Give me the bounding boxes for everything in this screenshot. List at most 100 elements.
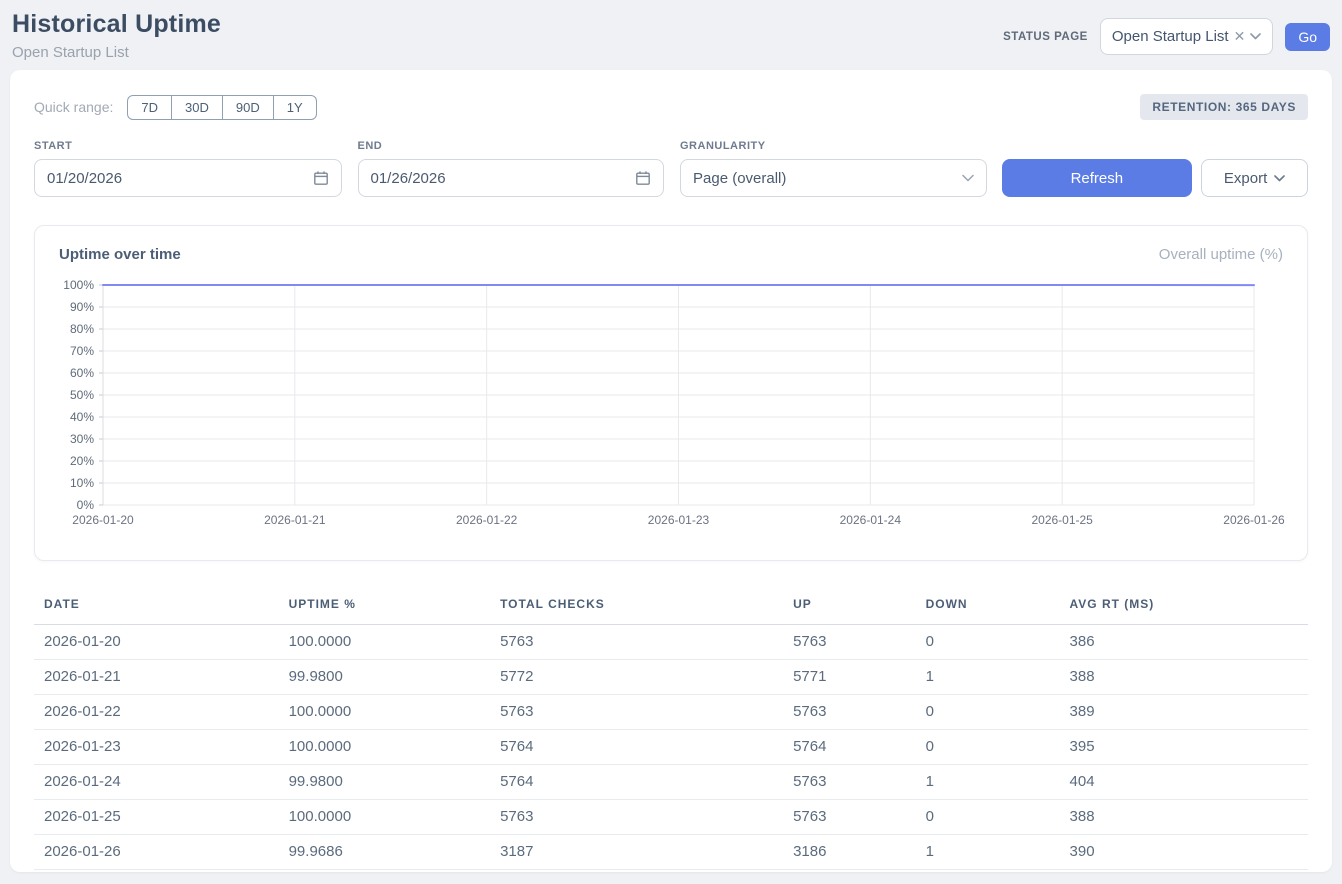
svg-text:100%: 100% (63, 278, 94, 292)
table-cell: 3186 (783, 835, 915, 870)
svg-text:2026-01-23: 2026-01-23 (648, 513, 710, 527)
table-cell: 388 (1060, 660, 1308, 695)
quick-range-label: Quick range: (34, 99, 113, 115)
table-cell: 1 (916, 660, 1060, 695)
svg-text:70%: 70% (70, 344, 94, 358)
refresh-button[interactable]: Refresh (1002, 159, 1193, 197)
svg-text:40%: 40% (70, 410, 94, 424)
table-cell: 3187 (490, 835, 783, 870)
column-header: UP (783, 587, 915, 625)
table-header-row: DATEUPTIME %TOTAL CHECKSUPDOWNAVG RT (MS… (34, 587, 1308, 625)
column-header: AVG RT (MS) (1060, 587, 1308, 625)
table-cell: 395 (1060, 730, 1308, 765)
table-cell: 5763 (783, 625, 915, 660)
table-cell: 99.9800 (279, 765, 490, 800)
quick-range-30d[interactable]: 30D (171, 95, 223, 120)
uptime-chart-svg: 100%90%80%70%60%50%40%30%20%10%0%2026-01… (59, 277, 1286, 529)
uptime-chart-card: Uptime over time Overall uptime (%) 100%… (34, 225, 1308, 561)
chart-area: 100%90%80%70%60%50%40%30%20%10%0%2026-01… (59, 277, 1283, 529)
quick-range-90d[interactable]: 90D (222, 95, 274, 120)
table-cell: 2026-01-26 (34, 835, 279, 870)
filters-row: START END GRANULARITY Page (overall) (34, 140, 1308, 197)
quick-range-7d[interactable]: 7D (127, 95, 172, 120)
table-row: 2026-01-2499.9800576457631404 (34, 765, 1308, 800)
calendar-icon[interactable] (635, 170, 651, 186)
chart-legend: Overall uptime (%) (1159, 246, 1283, 263)
header-right: STATUS PAGE Open Startup List ✕ Go (1003, 18, 1330, 55)
table-cell: 5763 (490, 800, 783, 835)
svg-text:80%: 80% (70, 322, 94, 336)
column-header: DATE (34, 587, 279, 625)
svg-text:50%: 50% (70, 388, 94, 402)
svg-text:2026-01-25: 2026-01-25 (1031, 513, 1093, 527)
status-page-dropdown[interactable]: Open Startup List ✕ (1100, 18, 1273, 55)
table-cell: 2026-01-22 (34, 695, 279, 730)
go-button[interactable]: Go (1285, 23, 1330, 51)
retention-badge: RETENTION: 365 DAYS (1140, 94, 1308, 120)
svg-text:20%: 20% (70, 454, 94, 468)
end-date-input[interactable] (371, 170, 636, 187)
uptime-table: DATEUPTIME %TOTAL CHECKSUPDOWNAVG RT (MS… (34, 587, 1308, 870)
end-label: END (358, 140, 665, 152)
export-button[interactable]: Export (1201, 159, 1308, 197)
page-header: Historical Uptime Open Startup List STAT… (0, 0, 1342, 70)
table-cell: 2026-01-25 (34, 800, 279, 835)
table-cell: 404 (1060, 765, 1308, 800)
calendar-icon[interactable] (313, 170, 329, 186)
table-cell: 100.0000 (279, 695, 490, 730)
table-row: 2026-01-22100.0000576357630389 (34, 695, 1308, 730)
svg-text:2026-01-24: 2026-01-24 (840, 513, 902, 527)
quick-range-1y[interactable]: 1Y (273, 95, 317, 120)
start-label: START (34, 140, 342, 152)
table-cell: 2026-01-23 (34, 730, 279, 765)
start-date-input[interactable] (47, 170, 313, 187)
granularity-field: GRANULARITY Page (overall) (680, 140, 987, 197)
table-cell: 5763 (783, 765, 915, 800)
export-label: Export (1224, 170, 1267, 187)
granularity-select[interactable]: Page (overall) (680, 159, 987, 197)
table-cell: 2026-01-20 (34, 625, 279, 660)
svg-text:2026-01-26: 2026-01-26 (1223, 513, 1285, 527)
granularity-value: Page (overall) (693, 170, 786, 187)
quick-range-group: 7D 30D 90D 1Y (127, 95, 316, 120)
svg-text:2026-01-20: 2026-01-20 (72, 513, 134, 527)
status-page-value: Open Startup List (1112, 28, 1229, 45)
start-date-input-box (34, 159, 342, 197)
svg-text:90%: 90% (70, 300, 94, 314)
table-cell: 0 (916, 730, 1060, 765)
end-date-field: END (358, 140, 665, 197)
table-cell: 0 (916, 800, 1060, 835)
table-cell: 1 (916, 765, 1060, 800)
table-cell: 386 (1060, 625, 1308, 660)
column-header: DOWN (916, 587, 1060, 625)
svg-text:60%: 60% (70, 366, 94, 380)
chevron-down-icon (1250, 33, 1261, 40)
table-row: 2026-01-25100.0000576357630388 (34, 800, 1308, 835)
table-cell: 389 (1060, 695, 1308, 730)
status-page-label: STATUS PAGE (1003, 31, 1088, 43)
table-cell: 5764 (490, 765, 783, 800)
table-cell: 5763 (490, 695, 783, 730)
table-cell: 388 (1060, 800, 1308, 835)
title-block: Historical Uptime Open Startup List (12, 10, 221, 61)
column-header: TOTAL CHECKS (490, 587, 783, 625)
table-cell: 5763 (783, 800, 915, 835)
table-cell: 0 (916, 695, 1060, 730)
clear-selection-icon[interactable]: ✕ (1234, 28, 1246, 45)
main-panel: Quick range: 7D 30D 90D 1Y RETENTION: 36… (10, 70, 1332, 872)
table-cell: 2026-01-21 (34, 660, 279, 695)
column-header: UPTIME % (279, 587, 490, 625)
table-cell: 0 (916, 625, 1060, 660)
table-cell: 100.0000 (279, 730, 490, 765)
table-row: 2026-01-2199.9800577257711388 (34, 660, 1308, 695)
chevron-down-icon (1274, 175, 1285, 182)
svg-text:2026-01-21: 2026-01-21 (264, 513, 326, 527)
table-cell: 100.0000 (279, 800, 490, 835)
table-body: 2026-01-20100.00005763576303862026-01-21… (34, 625, 1308, 870)
table-cell: 5763 (783, 695, 915, 730)
start-date-field: START (34, 140, 342, 197)
table-cell: 100.0000 (279, 625, 490, 660)
table-cell: 390 (1060, 835, 1308, 870)
svg-text:0%: 0% (77, 498, 95, 512)
svg-text:10%: 10% (70, 476, 94, 490)
